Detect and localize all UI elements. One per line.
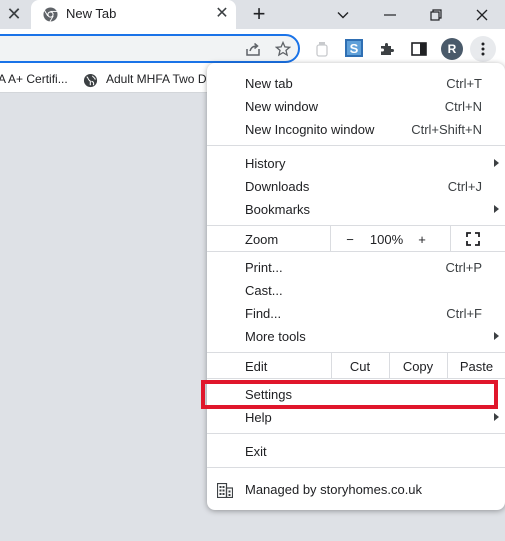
extension-s-icon[interactable]: S bbox=[343, 37, 365, 59]
restore-button[interactable] bbox=[413, 0, 459, 29]
cut-button[interactable]: Cut bbox=[332, 359, 388, 374]
svg-text:S: S bbox=[350, 41, 359, 56]
globe-icon bbox=[83, 73, 98, 88]
more-vert-icon bbox=[481, 42, 485, 56]
submenu-arrow-icon bbox=[494, 159, 499, 167]
tab-new-tab[interactable]: New Tab ✕ bbox=[31, 0, 236, 29]
new-tab-button[interactable]: + bbox=[247, 2, 271, 26]
tab-title: New Tab bbox=[66, 6, 117, 21]
copy-button[interactable]: Copy bbox=[390, 359, 446, 374]
extension-icon-faded[interactable] bbox=[311, 38, 333, 60]
menu-item-new-window[interactable]: New window Ctrl+N bbox=[207, 95, 505, 118]
menu-item-managed-by[interactable]: Managed by storyhomes.co.uk bbox=[207, 478, 505, 501]
menu-item-more-tools[interactable]: More tools bbox=[207, 325, 505, 348]
bookmark-item[interactable]: A A+ Certifi... bbox=[0, 72, 68, 86]
submenu-arrow-icon bbox=[494, 205, 499, 213]
tab-strip: ✕ New Tab ✕ + bbox=[0, 0, 505, 29]
submenu-arrow-icon bbox=[494, 332, 499, 340]
settings-highlight-box bbox=[201, 380, 498, 409]
close-tab-icon[interactable]: ✕ bbox=[0, 0, 28, 29]
bookmark-item[interactable]: Adult MHFA Two D bbox=[106, 72, 206, 86]
close-icon[interactable]: ✕ bbox=[213, 4, 231, 24]
minimize-icon bbox=[384, 13, 396, 16]
menu-item-help[interactable]: Help bbox=[207, 406, 505, 429]
share-icon[interactable] bbox=[242, 38, 264, 60]
bookmark-star-icon[interactable] bbox=[272, 38, 294, 60]
menu-item-history[interactable]: History bbox=[207, 152, 505, 175]
zoom-in-button[interactable]: + bbox=[413, 232, 431, 247]
chevron-down-icon bbox=[337, 11, 349, 18]
menu-item-exit[interactable]: Exit bbox=[207, 440, 505, 463]
close-window-button[interactable] bbox=[459, 0, 505, 29]
side-panel-icon[interactable] bbox=[408, 38, 430, 60]
restore-icon bbox=[430, 8, 442, 21]
zoom-level: 100% bbox=[369, 232, 404, 247]
extensions-puzzle-icon[interactable] bbox=[376, 38, 398, 60]
fullscreen-icon[interactable] bbox=[466, 232, 480, 246]
chrome-icon bbox=[43, 7, 58, 22]
menu-item-new-incognito-window[interactable]: New Incognito window Ctrl+Shift+N bbox=[207, 118, 505, 141]
submenu-arrow-icon bbox=[494, 413, 499, 421]
menu-divider bbox=[207, 352, 505, 353]
menu-item-downloads[interactable]: Downloads Ctrl+J bbox=[207, 175, 505, 198]
menu-divider bbox=[207, 378, 505, 379]
menu-divider bbox=[207, 251, 505, 252]
minimize-button[interactable] bbox=[367, 0, 413, 29]
menu-divider bbox=[207, 145, 505, 146]
paste-button[interactable]: Paste bbox=[448, 359, 505, 374]
menu-item-find[interactable]: Find... Ctrl+F bbox=[207, 302, 505, 325]
menu-divider bbox=[207, 433, 505, 434]
menu-item-cast[interactable]: Cast... bbox=[207, 279, 505, 302]
menu-item-bookmarks[interactable]: Bookmarks bbox=[207, 198, 505, 221]
zoom-divider bbox=[330, 226, 331, 251]
avatar[interactable]: R bbox=[441, 38, 463, 60]
zoom-divider bbox=[450, 226, 451, 251]
zoom-out-button[interactable]: − bbox=[341, 232, 359, 247]
tab-search-button[interactable] bbox=[320, 0, 366, 29]
menu-item-new-tab[interactable]: New tab Ctrl+T bbox=[207, 72, 505, 95]
menu-item-print[interactable]: Print... Ctrl+P bbox=[207, 256, 505, 279]
close-icon bbox=[476, 9, 488, 20]
chrome-menu: New tab Ctrl+T New window Ctrl+N New Inc… bbox=[207, 63, 505, 510]
menu-divider bbox=[207, 225, 505, 226]
menu-divider bbox=[207, 467, 505, 468]
chrome-menu-button[interactable] bbox=[470, 36, 496, 62]
